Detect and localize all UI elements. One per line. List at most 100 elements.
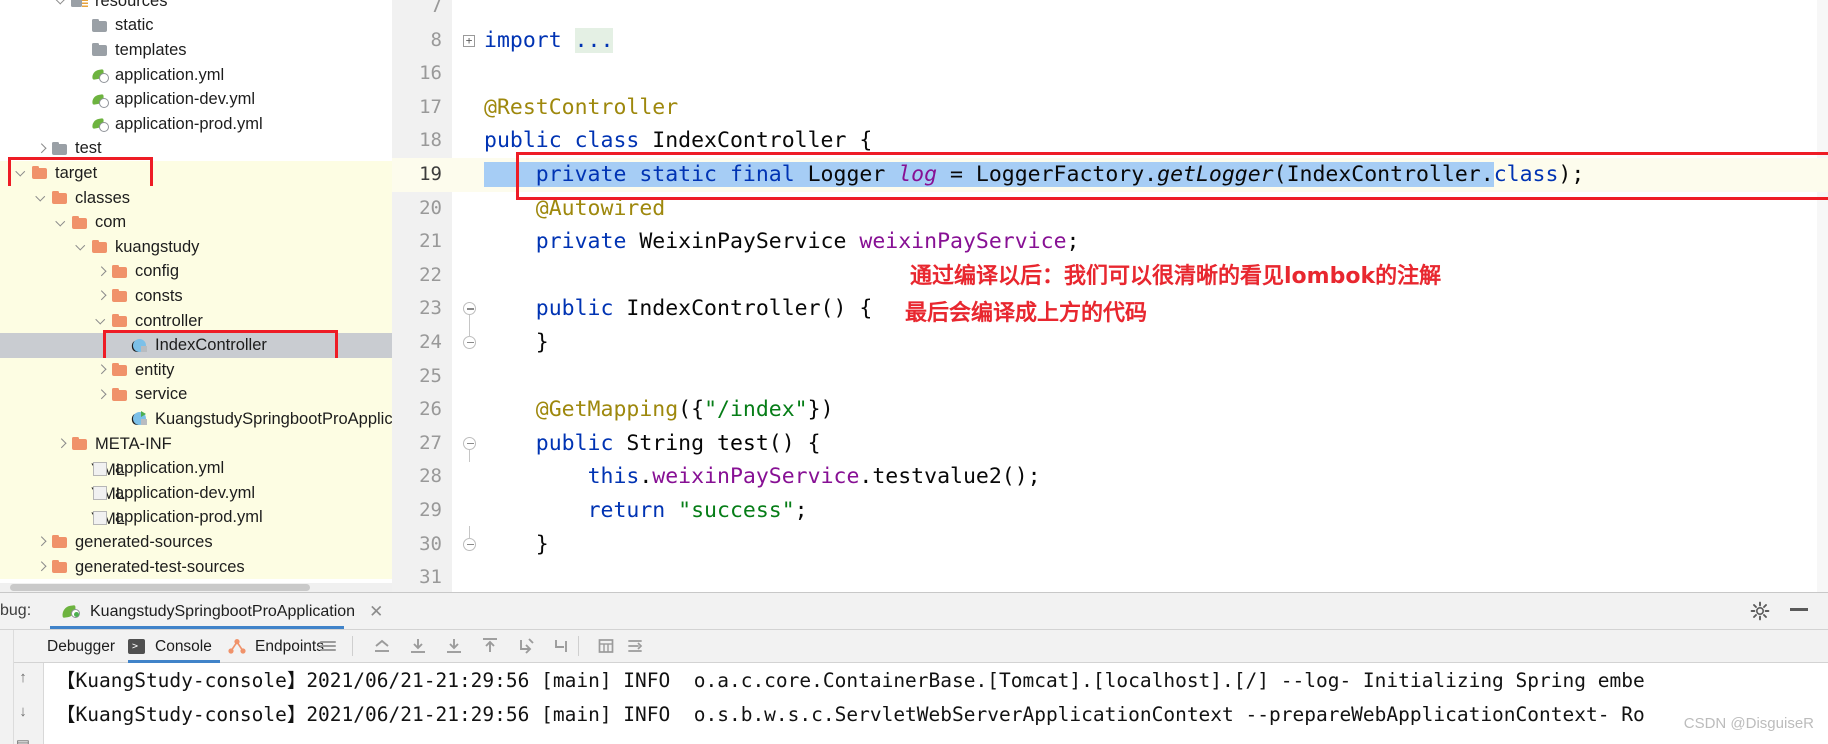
fold-collapse-icon[interactable] — [463, 336, 476, 349]
code-line-text[interactable]: @RestController — [484, 91, 678, 125]
chevron-right-icon[interactable] — [34, 141, 49, 156]
chevron-right-icon[interactable] — [34, 535, 49, 550]
editor-fold-gutter[interactable] — [452, 0, 484, 592]
code-line-text[interactable]: this.weixinPayService.testvalue2(); — [484, 460, 1041, 494]
minimize-icon[interactable] — [1790, 608, 1808, 611]
tree-item-application-dev-yml[interactable]: YML application-dev.yml — [0, 481, 392, 506]
layout-menu-icon[interactable] — [318, 636, 338, 656]
tree-item-static[interactable]: static — [0, 14, 392, 39]
tab-console[interactable]: > Console — [128, 630, 212, 663]
gear-icon[interactable] — [1750, 601, 1770, 621]
tree-item-config[interactable]: config — [0, 259, 392, 285]
tab-endpoints[interactable]: Endpoints — [228, 630, 324, 663]
run-to-cursor-icon[interactable] — [516, 636, 536, 656]
code-line-text[interactable]: public IndexController() { — [484, 292, 873, 326]
tree-item-service[interactable]: service — [0, 382, 392, 408]
tree-item-generated-sources[interactable]: generated-sources — [0, 530, 392, 555]
folder-grey-icon — [51, 141, 69, 157]
chevron-right-icon[interactable] — [94, 289, 109, 304]
code-line-text[interactable]: } — [484, 528, 549, 562]
code-line-text[interactable]: public class IndexController { — [484, 124, 872, 158]
tree-item-label: IndexController — [155, 336, 267, 355]
tree-item-entity[interactable]: entity — [0, 358, 392, 383]
console-output-area[interactable]: 【KuangStudy-console】2021/06/21-21:29:56 … — [0, 663, 1828, 744]
chevron-down-icon[interactable] — [54, 215, 69, 230]
tree-item-controller[interactable]: controller — [0, 308, 392, 334]
run-tab-title: KuangstudySpringbootProApplication — [90, 602, 356, 620]
class-letter: C — [131, 337, 143, 356]
code-line-text[interactable]: public String test() { — [484, 427, 821, 461]
soft-wrap-icon[interactable] — [625, 636, 645, 656]
code-token: . — [639, 464, 653, 490]
chevron-down-icon[interactable] — [34, 191, 49, 206]
console-icon: > — [128, 638, 148, 655]
chevron-right-icon[interactable] — [34, 560, 49, 575]
fold-expand-icon[interactable]: + — [463, 34, 475, 47]
force-step-into-icon[interactable] — [444, 636, 464, 656]
debug-tool-window[interactable]: bug: KuangstudySpringbootProApplication … — [0, 592, 1828, 744]
scroll-down-icon[interactable]: ↓ — [14, 703, 32, 721]
folder-grey-icon — [91, 42, 109, 58]
evaluate-expression-icon[interactable] — [596, 636, 616, 656]
tree-item-classes[interactable]: classes — [0, 185, 392, 211]
code-line-text[interactable]: private WeixinPayService weixinPayServic… — [484, 225, 1080, 259]
code-line-text[interactable]: } — [484, 326, 549, 360]
tree-item-application-prod-yml[interactable]: YML application-prod.yml — [0, 505, 392, 531]
chevron-right-icon[interactable] — [94, 363, 109, 378]
chevron-right-icon[interactable] — [54, 437, 69, 452]
tree-item-application-prod-yml[interactable]: application-prod.yml — [0, 112, 392, 137]
project-tool-window[interactable]: resources static templates application.yml a… — [0, 0, 392, 592]
code-token: "/index" — [704, 397, 808, 423]
print-icon[interactable]: ▤ — [14, 737, 32, 744]
annotation-note-line-1: 通过编译以后：我们可以很清晰的看见lombok的注解 — [910, 264, 1442, 289]
tree-item-kuangstudy[interactable]: kuangstudy — [0, 235, 392, 260]
chevron-down-icon[interactable] — [74, 240, 89, 255]
watermark: CSDN @DisguiseR — [1683, 715, 1814, 732]
code-line-text[interactable]: @Autowired — [484, 192, 665, 226]
chevron-right-icon[interactable] — [94, 387, 109, 402]
tree-item-application-yml[interactable]: YML application.yml — [0, 456, 392, 481]
debug-window-label: bug: — [0, 602, 32, 619]
chevron-down-icon[interactable] — [54, 0, 69, 9]
code-line-text[interactable]: import ... — [484, 24, 614, 58]
step-into-icon[interactable] — [408, 636, 428, 656]
chevron-right-icon[interactable] — [94, 264, 109, 279]
code-token: weixinPayService — [859, 229, 1067, 255]
tree-item-test[interactable]: test — [0, 137, 392, 162]
tree-item-target[interactable]: target — [0, 161, 392, 186]
code-line-text[interactable]: private static final Logger log = Logger… — [484, 158, 1584, 192]
code-line-text[interactable]: return "success"; — [484, 494, 808, 528]
jump-to-cursor-icon[interactable] — [552, 636, 572, 656]
tree-item-kuangstudyspringbootproapplication[interactable]: C KuangstudySpringbootProApplication — [0, 407, 392, 432]
fold-collapse-icon[interactable] — [463, 436, 476, 450]
tree-item-com[interactable]: com — [0, 210, 392, 235]
code-line-text[interactable]: @GetMapping({"/index"}) — [484, 393, 834, 427]
tree-item-resources[interactable]: resources — [0, 0, 392, 14]
step-up-icon[interactable] — [480, 636, 500, 656]
tree-item-application-dev-yml[interactable]: application-dev.yml — [0, 87, 392, 112]
tree-item-consts[interactable]: consts — [0, 284, 392, 309]
tree-item-templates[interactable]: templates — [0, 38, 392, 63]
scroll-up-icon[interactable]: ↑ — [14, 669, 32, 687]
fold-collapse-icon[interactable] — [463, 537, 476, 551]
spring-yml-icon — [91, 92, 109, 108]
chevron-down-icon[interactable] — [94, 314, 109, 329]
chevron-down-icon[interactable] — [14, 166, 29, 181]
tree-item-indexcontroller[interactable]: C IndexController — [0, 333, 392, 358]
tree-horizontal-scrollbar[interactable] — [0, 583, 392, 592]
tree-item-label: classes — [75, 188, 131, 207]
scrollbar-thumb[interactable] — [10, 584, 310, 591]
tree-item-meta-inf[interactable]: META-INF — [0, 431, 392, 457]
yml-file-icon: YML — [91, 461, 125, 479]
tab-debugger[interactable]: Debugger — [20, 630, 115, 663]
close-icon[interactable]: ✕ — [369, 602, 383, 622]
run-configuration-tab[interactable]: KuangstudySpringbootProApplication ✕ — [50, 593, 395, 630]
tree-item-application-yml[interactable]: application.yml — [0, 63, 392, 88]
line-number: 28 — [419, 465, 442, 488]
step-out-icon[interactable] — [372, 636, 392, 656]
tree-item-generated-test-sources[interactable]: generated-test-sources — [0, 554, 392, 580]
editor-scrollbar[interactable] — [1817, 0, 1828, 592]
